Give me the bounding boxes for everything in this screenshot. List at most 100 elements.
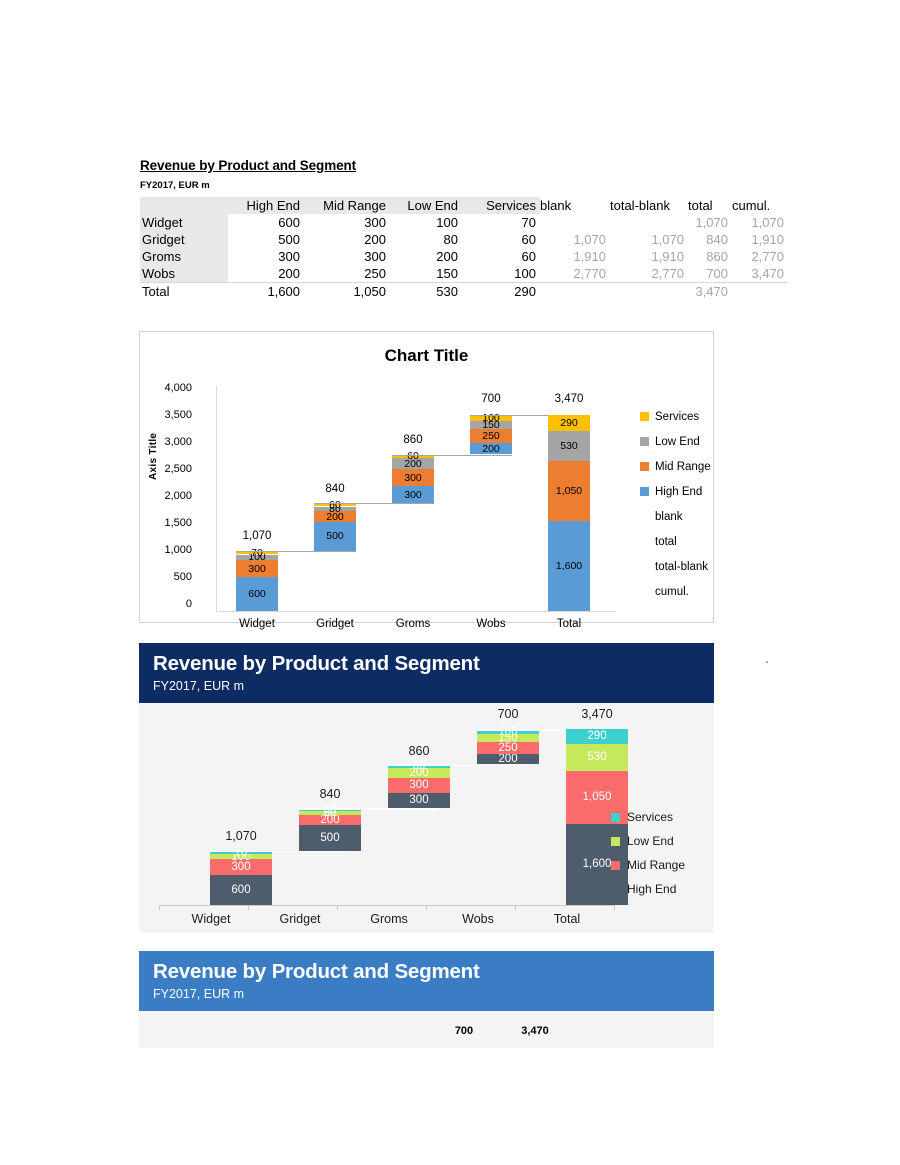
legend-swatch-high-end xyxy=(640,487,649,496)
chart-default-excel[interactable]: Chart Title Axis Title 4,000 3,500 3,000… xyxy=(139,331,714,630)
th-total-blank: total-blank xyxy=(610,198,670,213)
chart2-seg-high-end[interactable]: 500 xyxy=(299,825,361,851)
legend-label: Services xyxy=(627,810,674,824)
chart1-ytick: 0 xyxy=(185,598,192,610)
chart1-ytick: 1,500 xyxy=(164,517,192,529)
chart1-seg-services[interactable]: 290 xyxy=(548,415,590,432)
legend-label: blank xyxy=(655,510,683,523)
row-label: Wobs xyxy=(140,265,228,283)
chart1-seg-high-end[interactable]: 600 xyxy=(236,577,278,611)
chart1-y-axis-line xyxy=(216,386,217,612)
chart2-seg-mid-range[interactable]: 300 xyxy=(388,777,450,793)
legend-item-mid-range[interactable]: Mid Range xyxy=(611,853,685,877)
chart1-total-label: 3,470 xyxy=(554,393,584,405)
cell-mid-range: 300 xyxy=(364,215,386,230)
chart1-legend: Services Low End Mid Range High End blan… xyxy=(640,404,711,604)
legend-item-mid-range[interactable]: Mid Range xyxy=(640,454,711,479)
chart2-axis-tick xyxy=(426,905,427,910)
cell-mid-range: 1,050 xyxy=(304,282,390,300)
cell-blank: 2,770 xyxy=(573,266,606,281)
chart3-plot-area: 700 3,470 xyxy=(139,1011,714,1048)
cell-total-blank: 1,070 xyxy=(651,232,684,247)
legend-swatch-cumul xyxy=(640,587,649,596)
chart1-xlabel-total: Total xyxy=(556,618,582,630)
chart1-connector xyxy=(236,550,356,552)
chart2-seg-services[interactable]: 290 xyxy=(566,729,628,744)
chart1-ytick: 4,000 xyxy=(164,382,192,394)
table-row: Gridget 500 200 80 60 1,070 1,070 840 1,… xyxy=(140,231,788,248)
legend-swatch-services xyxy=(611,812,620,822)
cell-services: 290 xyxy=(462,282,540,300)
cell-high-end: 200 xyxy=(278,266,300,281)
chart3-subtitle: FY2017, EUR m xyxy=(153,987,245,1001)
th-blank-col: blank xyxy=(540,198,572,213)
chart-styled-blue-cropped[interactable]: Revenue by Product and Segment FY2017, E… xyxy=(139,951,714,1048)
cell-total-blank: 2,770 xyxy=(651,266,684,281)
chart1-seg-mid-range[interactable]: 300 xyxy=(392,469,434,487)
chart1-connector xyxy=(314,503,434,505)
row-label: Groms xyxy=(140,248,228,265)
legend-item-low-end[interactable]: Low End xyxy=(640,429,711,454)
cell-services: 60 xyxy=(521,232,536,247)
cell-high-end: 600 xyxy=(278,215,300,230)
chart2-plot-area: 600 300 100 70 1,070 500 200 80 60 840 3… xyxy=(139,703,714,933)
th-total: total xyxy=(688,198,713,213)
chart1-seg-high-end[interactable]: 500 xyxy=(314,522,356,551)
chart3-header: Revenue by Product and Segment FY2017, E… xyxy=(139,951,714,1011)
chart1-xlabel-groms: Groms xyxy=(395,618,431,630)
table-header-row: High End Mid Range Low End Services blan… xyxy=(140,197,788,214)
chart2-seg-high-end[interactable]: 300 xyxy=(388,792,450,809)
legend-label: High End xyxy=(627,882,677,896)
chart1-seg-high-end[interactable]: 200 xyxy=(470,443,512,455)
legend-item-services[interactable]: Services xyxy=(640,404,711,429)
cell-high-end: 300 xyxy=(278,249,300,264)
legend-item-blank[interactable]: blank xyxy=(640,504,711,529)
cell-total-blank xyxy=(610,214,688,231)
chart-styled-navy[interactable]: Revenue by Product and Segment FY2017, E… xyxy=(139,643,714,933)
chart2-total-label: 860 xyxy=(408,744,430,758)
legend-item-total-blank[interactable]: total-blank xyxy=(640,554,711,579)
chart2-connector xyxy=(299,808,439,810)
cell-mid-range: 200 xyxy=(364,232,386,247)
chart1-xlabel-widget: Widget xyxy=(239,618,275,630)
chart2-subtitle: FY2017, EUR m xyxy=(153,679,245,693)
chart2-connector xyxy=(210,850,350,853)
stray-dot-artifact xyxy=(766,661,768,663)
chart2-xlabel-widget: Widget xyxy=(191,912,231,926)
legend-item-total[interactable]: total xyxy=(640,529,711,554)
chart2-axis-tick xyxy=(337,905,338,910)
chart1-seg-high-end[interactable]: 300 xyxy=(392,486,434,504)
chart1-seg-mid-range[interactable]: 1,050 xyxy=(548,461,590,521)
cell-services: 60 xyxy=(521,249,536,264)
th-high-end: High End xyxy=(228,197,304,214)
chart1-seg-mid-range[interactable]: 250 xyxy=(470,429,512,444)
legend-item-services[interactable]: Services xyxy=(611,805,685,829)
legend-item-cumul[interactable]: cumul. xyxy=(640,579,711,604)
chart1-seg-high-end[interactable]: 1,600 xyxy=(548,520,590,611)
chart1-ytick: 3,500 xyxy=(164,409,192,421)
cell-mid-range: 300 xyxy=(364,249,386,264)
table-row: Groms 300 300 200 60 1,910 1,910 860 2,7… xyxy=(140,248,788,265)
cell-blank xyxy=(540,214,610,231)
cell-high-end: 1,600 xyxy=(228,282,304,300)
chart2-total-label: 1,070 xyxy=(225,829,257,843)
legend-swatch-mid-range xyxy=(640,462,649,471)
legend-item-low-end[interactable]: Low End xyxy=(611,829,685,853)
legend-label: Mid Range xyxy=(655,460,711,473)
chart2-seg-high-end[interactable]: 200 xyxy=(477,753,539,765)
chart1-ytick: 3,000 xyxy=(164,436,192,448)
cell-total-blank xyxy=(610,282,688,300)
legend-label: Mid Range xyxy=(627,858,686,872)
cell-cumul xyxy=(732,282,788,300)
chart1-seg-low-end[interactable]: 530 xyxy=(548,431,590,462)
legend-swatch-blank xyxy=(640,512,649,521)
chart2-seg-high-end[interactable]: 600 xyxy=(210,874,272,905)
legend-swatch-total-blank xyxy=(640,562,649,571)
legend-item-high-end[interactable]: High End xyxy=(611,877,685,901)
legend-item-high-end[interactable]: High End xyxy=(640,479,711,504)
cell-cumul: 2,770 xyxy=(751,249,784,264)
cell-cumul: 1,070 xyxy=(751,215,784,230)
legend-swatch-services xyxy=(640,412,649,421)
chart3-total-label: 700 xyxy=(454,1025,474,1037)
chart2-seg-low-end[interactable]: 530 xyxy=(566,743,628,771)
